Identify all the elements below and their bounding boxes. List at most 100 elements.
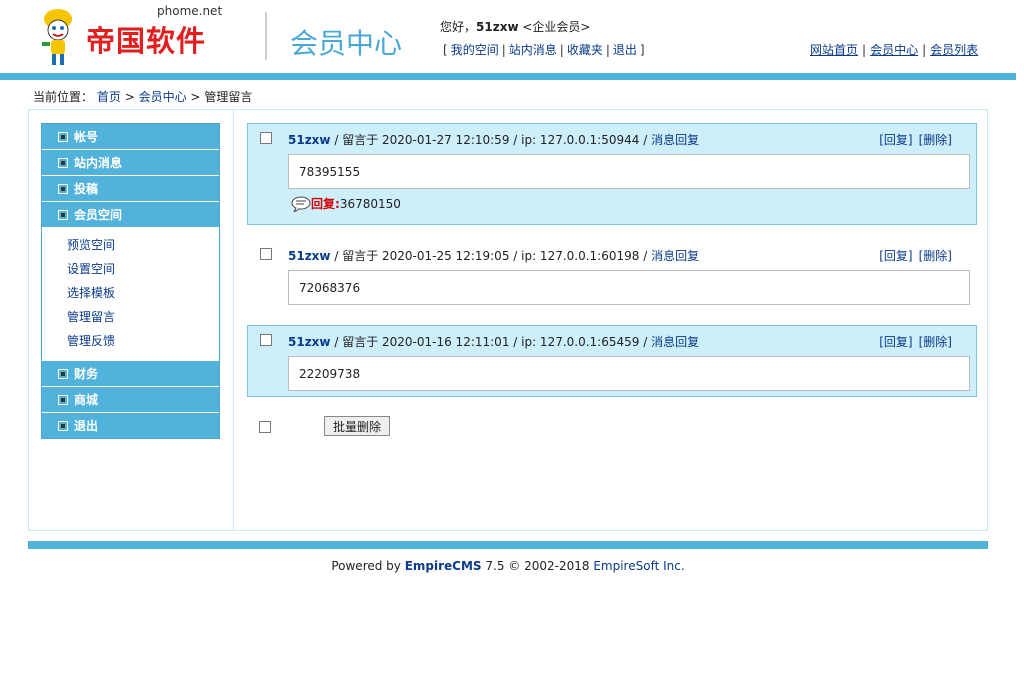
bracket-close: ] [639, 43, 645, 57]
link-logout[interactable]: 退出 [613, 43, 637, 57]
sidebar-menu: 帐号 站内消息 投稿 会员空间 预览空间 设置空间 选择模板 管理留言 管理反馈… [41, 123, 220, 439]
message-content: 78395155 [288, 154, 970, 189]
breadcrumb-member-center[interactable]: 会员中心 [139, 90, 187, 104]
message-reply-link[interactable]: 消息回复 [651, 249, 699, 263]
link-my-space[interactable]: 我的空间 [451, 43, 499, 57]
user-group: <企业会员> [522, 20, 591, 34]
message-user[interactable]: 51zxw [288, 335, 331, 349]
link-site-home[interactable]: 网站首页 [810, 43, 858, 57]
reply-button[interactable]: [回复] [879, 335, 912, 349]
link-member-center[interactable]: 会员中心 [870, 43, 918, 57]
greeting-prefix: 您好， [440, 20, 477, 34]
top-accent-bar [0, 73, 1016, 80]
message-meta: / 留言于 2020-01-27 12:10:59 / ip: 127.0.0.… [330, 133, 652, 147]
greeting: 您好，51zxw <企业会员> [440, 18, 590, 35]
logo[interactable]: phome.net 帝国软件 [36, 4, 231, 70]
sidebar-item-label: 帐号 [74, 130, 99, 144]
separator: | [922, 43, 927, 57]
sidebar-item-messages[interactable]: 站内消息 [42, 150, 219, 176]
sidebar-item-label: 商城 [74, 393, 99, 407]
separator: | [605, 43, 610, 57]
sidebar-item-logout[interactable]: 退出 [42, 413, 219, 438]
message-header: 51zxw / 留言于 2020-01-16 12:11:01 / ip: 12… [288, 333, 699, 350]
header: phome.net 帝国软件 会员中心 您好，51zxw <企业会员> [我的空… [0, 0, 1024, 74]
delete-button[interactable]: [删除] [919, 335, 952, 349]
message-header: 51zxw / 留言于 2020-01-27 12:10:59 / ip: 12… [288, 131, 699, 148]
sidebar-item-label: 会员空间 [74, 208, 123, 222]
sidebar-item-submit[interactable]: 投稿 [42, 176, 219, 202]
sidebar-item-label: 站内消息 [74, 156, 123, 170]
message-header: 51zxw / 留言于 2020-01-25 12:19:05 / ip: 12… [288, 247, 699, 264]
message-checkbox[interactable] [260, 132, 272, 144]
bulk-actions: 批量删除 [259, 416, 959, 440]
delete-button[interactable]: [删除] [919, 133, 952, 147]
reply-button[interactable]: [回复] [879, 133, 912, 147]
logo-url: phome.net [157, 4, 223, 18]
footer: Powered by EmpireCMS 7.5 © 2002-2018 Emp… [0, 559, 1016, 573]
message-meta: / 留言于 2020-01-16 12:11:01 / ip: 127.0.0.… [330, 335, 652, 349]
username: 51zxw [476, 20, 519, 34]
message-checkbox[interactable] [260, 248, 272, 260]
message-item: 51zxw / 留言于 2020-01-27 12:10:59 / ip: 12… [247, 123, 977, 225]
message-reply-link[interactable]: 消息回复 [651, 133, 699, 147]
bracket-open: [ [443, 43, 448, 57]
link-member-list[interactable]: 会员列表 [930, 43, 978, 57]
sidebar-item-label: 投稿 [74, 182, 99, 196]
square-bullet-icon [58, 131, 68, 142]
sidebar-submenu: 预览空间 设置空间 选择模板 管理留言 管理反馈 [42, 228, 219, 361]
sidebar-subitem-manage-feedback[interactable]: 管理反馈 [42, 331, 219, 355]
sidebar-subitem-settings-space[interactable]: 设置空间 [42, 259, 219, 283]
square-bullet-icon [58, 209, 68, 220]
square-bullet-icon [58, 183, 68, 194]
square-bullet-icon [58, 420, 68, 431]
footer-company-link[interactable]: EmpireSoft Inc. [593, 559, 684, 573]
breadcrumb-sep: > [190, 90, 201, 104]
message-user[interactable]: 51zxw [288, 133, 331, 147]
header-divider [265, 12, 267, 60]
bulk-delete-button[interactable]: 批量删除 [324, 416, 391, 436]
bottom-accent-bar [28, 541, 988, 549]
message-reply: 回复: 36780150 [291, 195, 401, 212]
footer-cms-link[interactable]: EmpireCMS [405, 559, 482, 573]
sidebar: 帐号 站内消息 投稿 会员空间 预览空间 设置空间 选择模板 管理留言 管理反馈… [29, 110, 234, 530]
message-content: 72068376 [288, 270, 970, 305]
footer-powered: Powered by [331, 559, 405, 573]
delete-button[interactable]: [删除] [919, 249, 952, 263]
message-actions: [回复] [删除] [873, 247, 952, 264]
separator: | [501, 43, 506, 57]
sidebar-subitem-select-template[interactable]: 选择模板 [42, 283, 219, 307]
quick-links: [我的空间 | 站内消息 | 收藏夹 | 退出] [440, 41, 648, 58]
separator: | [559, 43, 564, 57]
message-reply-link[interactable]: 消息回复 [651, 335, 699, 349]
message-actions: [回复] [删除] [873, 333, 952, 350]
breadcrumb-sep: > [124, 90, 135, 104]
separator: | [862, 43, 867, 57]
sidebar-item-shop[interactable]: 商城 [42, 387, 219, 413]
reply-label: 回复: [311, 197, 340, 211]
reply-button[interactable]: [回复] [879, 249, 912, 263]
link-messages[interactable]: 站内消息 [509, 43, 557, 57]
footer-version: 7.5 © 2002-2018 [481, 559, 594, 573]
message-item: 51zxw / 留言于 2020-01-25 12:19:05 / ip: 12… [247, 239, 977, 311]
mascot-icon [42, 9, 72, 65]
sidebar-item-account[interactable]: 帐号 [42, 124, 219, 150]
link-favorites[interactable]: 收藏夹 [567, 43, 603, 57]
sidebar-item-finance[interactable]: 财务 [42, 361, 219, 387]
sidebar-item-label: 财务 [74, 367, 99, 381]
sidebar-subitem-preview-space[interactable]: 预览空间 [42, 235, 219, 259]
select-all-checkbox[interactable] [259, 421, 271, 433]
message-content: 22209738 [288, 356, 970, 391]
message-list: 51zxw / 留言于 2020-01-27 12:10:59 / ip: 12… [247, 123, 977, 397]
breadcrumb-current: 管理留言 [204, 90, 253, 104]
message-actions: [回复] [删除] [873, 131, 952, 148]
sidebar-item-member-space[interactable]: 会员空间 [42, 202, 219, 228]
square-bullet-icon [58, 368, 68, 379]
speech-bubble-icon [291, 196, 311, 212]
message-user[interactable]: 51zxw [288, 249, 331, 263]
sidebar-subitem-manage-messages[interactable]: 管理留言 [42, 307, 219, 331]
message-item: 51zxw / 留言于 2020-01-16 12:11:01 / ip: 12… [247, 325, 977, 397]
reply-text: 36780150 [339, 196, 401, 211]
message-checkbox[interactable] [260, 334, 272, 346]
breadcrumb-home[interactable]: 首页 [97, 90, 121, 104]
square-bullet-icon [58, 157, 68, 168]
